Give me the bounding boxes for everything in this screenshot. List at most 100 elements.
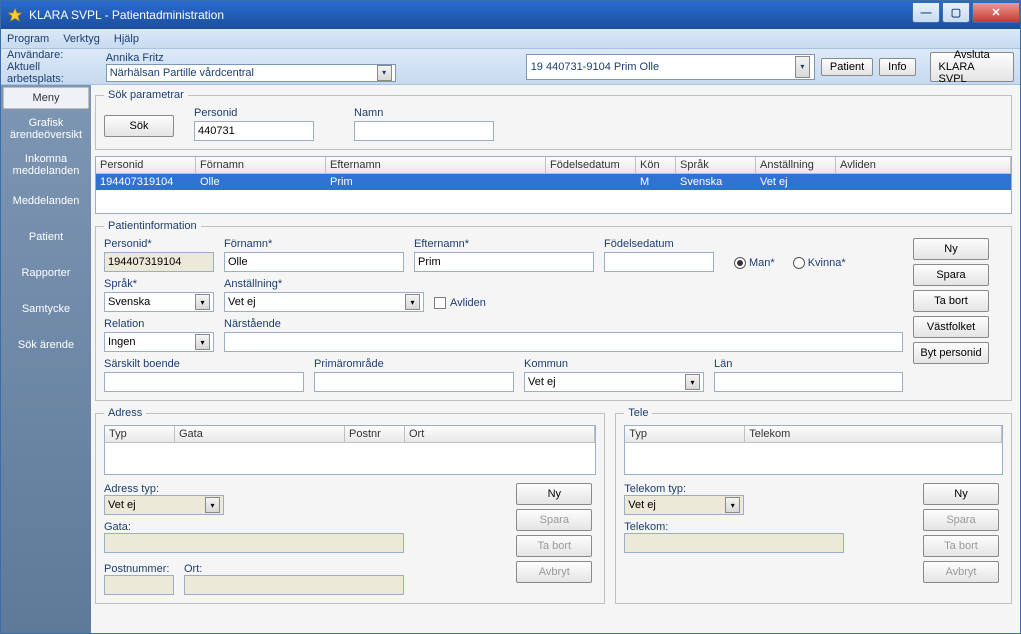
a-gata-input[interactable] bbox=[104, 533, 404, 553]
p-fornamn-input[interactable]: Olle bbox=[224, 252, 404, 272]
patient-button[interactable]: Patient bbox=[821, 58, 873, 76]
a-ny-button[interactable]: Ny bbox=[516, 483, 592, 505]
col-personid[interactable]: Personid bbox=[96, 157, 196, 173]
p-relation-select[interactable]: Ingen ▾ bbox=[104, 332, 214, 352]
p-primaromrade-label: Primärområde bbox=[314, 358, 514, 370]
p-bytpersonid-button[interactable]: Byt personid bbox=[913, 342, 989, 364]
p-spara-button[interactable]: Spara bbox=[913, 264, 989, 286]
sidebar-item-grafisk[interactable]: Grafisk ärendeöversikt bbox=[1, 111, 91, 147]
a-col-ort[interactable]: Ort bbox=[405, 426, 595, 442]
workplace-select[interactable]: Närhälsan Partille vårdcentral ▾ bbox=[106, 64, 396, 82]
p-anstallning-value: Vet ej bbox=[228, 296, 256, 308]
tele-grid[interactable]: Typ Telekom bbox=[624, 425, 1003, 475]
menu-verktyg[interactable]: Verktyg bbox=[63, 33, 100, 45]
a-col-gata[interactable]: Gata bbox=[175, 426, 345, 442]
chevron-down-icon: ▾ bbox=[405, 294, 420, 310]
a-spara-button[interactable]: Spara bbox=[516, 509, 592, 531]
sidebar-item-patient[interactable]: Patient bbox=[1, 219, 91, 255]
patient-fieldset: Patientinformation Personid* 19440731910… bbox=[95, 220, 1012, 401]
p-anstallning-select[interactable]: Vet ej ▾ bbox=[224, 292, 424, 312]
info-button[interactable]: Info bbox=[879, 58, 915, 76]
radio-man-label: Man* bbox=[749, 257, 775, 269]
namn-input[interactable] bbox=[354, 121, 494, 141]
personid-input[interactable]: 440731 bbox=[194, 121, 314, 141]
chevron-down-icon: ▾ bbox=[195, 334, 210, 350]
t-avbryt-button[interactable]: Avbryt bbox=[923, 561, 999, 583]
p-efternamn-input[interactable]: Prim bbox=[414, 252, 594, 272]
sidebar-item-inkomna[interactable]: Inkomna meddelanden bbox=[1, 147, 91, 183]
p-ny-button[interactable]: Ny bbox=[913, 238, 989, 260]
col-fodelsedatum[interactable]: Födelsedatum bbox=[546, 157, 636, 173]
p-fodelsedatum-label: Födelsedatum bbox=[604, 238, 714, 250]
tele-legend: Tele bbox=[624, 407, 652, 419]
a-ort-input[interactable] bbox=[184, 575, 404, 595]
minimize-button[interactable]: — bbox=[912, 3, 940, 23]
p-tabort-button[interactable]: Ta bort bbox=[913, 290, 989, 312]
maximize-button[interactable]: ▢ bbox=[942, 3, 970, 23]
chevron-down-icon: ▾ bbox=[795, 56, 810, 78]
patient-combo[interactable]: 19 440731-9104 Prim Olle ▾ bbox=[526, 54, 815, 80]
col-efternamn[interactable]: Efternamn bbox=[326, 157, 546, 173]
t-telekomtyp-select[interactable]: Vet ej ▾ bbox=[624, 495, 744, 515]
p-kommun-select[interactable]: Vet ej ▾ bbox=[524, 372, 704, 392]
cell-personid: 194407319104 bbox=[96, 174, 196, 190]
p-vastfolket-button[interactable]: Västfolket bbox=[913, 316, 989, 338]
col-avliden[interactable]: Avliden bbox=[836, 157, 1011, 173]
t-ny-button[interactable]: Ny bbox=[923, 483, 999, 505]
t-tabort-button[interactable]: Ta bort bbox=[923, 535, 999, 557]
a-col-postnr[interactable]: Postnr bbox=[345, 426, 405, 442]
a-adresstyp-value: Vet ej bbox=[108, 499, 136, 511]
col-kon[interactable]: Kön bbox=[636, 157, 676, 173]
exit-button[interactable]: Avsluta KLARA SVPL bbox=[930, 52, 1014, 82]
a-postnummer-input[interactable] bbox=[104, 575, 174, 595]
close-button[interactable]: ✕ bbox=[972, 3, 1020, 23]
sidebar: Meny Grafisk ärendeöversikt Inkomna medd… bbox=[1, 85, 91, 633]
t-col-telekom[interactable]: Telekom bbox=[745, 426, 1002, 442]
radio-man[interactable] bbox=[734, 257, 746, 269]
p-fodelsedatum-input[interactable] bbox=[604, 252, 714, 272]
sidebar-header[interactable]: Meny bbox=[3, 87, 89, 109]
menu-program[interactable]: Program bbox=[7, 33, 49, 45]
p-sprak-select[interactable]: Svenska ▾ bbox=[104, 292, 214, 312]
cell-fodelsedatum bbox=[546, 174, 636, 190]
a-gata-label: Gata: bbox=[104, 521, 516, 533]
a-adresstyp-select[interactable]: Vet ej ▾ bbox=[104, 495, 224, 515]
radio-kvinna[interactable] bbox=[793, 257, 805, 269]
p-sarskilt-input[interactable] bbox=[104, 372, 304, 392]
sidebar-item-meddelanden[interactable]: Meddelanden bbox=[1, 183, 91, 219]
sidebar-item-samtycke[interactable]: Samtycke bbox=[1, 291, 91, 327]
p-personid-label: Personid* bbox=[104, 238, 214, 250]
exit-line1: Avsluta bbox=[954, 49, 990, 61]
titlebar: KLARA SVPL - Patientadministration — ▢ ✕ bbox=[1, 1, 1020, 29]
t-col-typ[interactable]: Typ bbox=[625, 426, 745, 442]
p-efternamn-label: Efternamn* bbox=[414, 238, 594, 250]
col-anstallning[interactable]: Anställning bbox=[756, 157, 836, 173]
t-telekom-input[interactable] bbox=[624, 533, 844, 553]
col-sprak[interactable]: Språk bbox=[676, 157, 756, 173]
sidebar-item-sokarende[interactable]: Sök ärende bbox=[1, 327, 91, 363]
infobar: Användare: Aktuell arbetsplats: Annika F… bbox=[1, 49, 1020, 85]
app-window: KLARA SVPL - Patientadministration — ▢ ✕… bbox=[0, 0, 1021, 634]
tele-fieldset: Tele Typ Telekom Telekom typ: Vet ej ▾ bbox=[615, 407, 1012, 604]
user-label: Användare: bbox=[7, 49, 100, 61]
menu-hjalp[interactable]: Hjälp bbox=[114, 33, 139, 45]
sidebar-item-rapporter[interactable]: Rapporter bbox=[1, 255, 91, 291]
avliden-checkbox[interactable] bbox=[434, 297, 446, 309]
p-primaromrade-input[interactable] bbox=[314, 372, 514, 392]
table-row[interactable]: 194407319104 Olle Prim M Svenska Vet ej bbox=[96, 174, 1011, 190]
t-spara-button[interactable]: Spara bbox=[923, 509, 999, 531]
a-tabort-button[interactable]: Ta bort bbox=[516, 535, 592, 557]
p-lan-input[interactable] bbox=[714, 372, 903, 392]
results-grid[interactable]: Personid Förnamn Efternamn Födelsedatum … bbox=[95, 156, 1012, 214]
cell-avliden bbox=[836, 174, 1011, 190]
a-avbryt-button[interactable]: Avbryt bbox=[516, 561, 592, 583]
personid-label: Personid bbox=[194, 107, 314, 119]
t-telekom-label: Telekom: bbox=[624, 521, 923, 533]
p-kommun-label: Kommun bbox=[524, 358, 704, 370]
adress-fieldset: Adress Typ Gata Postnr Ort Adress typ: bbox=[95, 407, 605, 604]
sok-button[interactable]: Sök bbox=[104, 115, 174, 137]
p-narstaende-input[interactable] bbox=[224, 332, 903, 352]
a-col-typ[interactable]: Typ bbox=[105, 426, 175, 442]
adress-grid[interactable]: Typ Gata Postnr Ort bbox=[104, 425, 596, 475]
col-fornamn[interactable]: Förnamn bbox=[196, 157, 326, 173]
